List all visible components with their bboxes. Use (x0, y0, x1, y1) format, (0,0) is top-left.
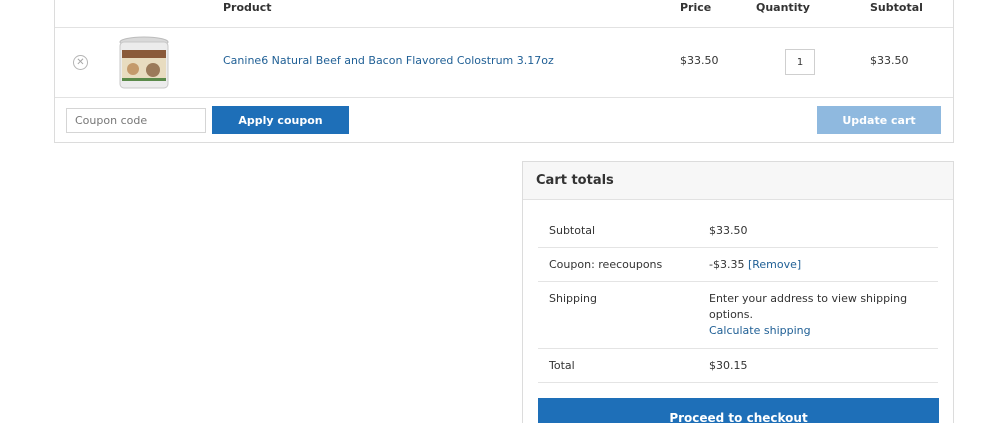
quantity-input[interactable] (785, 49, 815, 75)
product-thumbnail[interactable] (115, 34, 173, 92)
coupon-code-input[interactable] (66, 108, 206, 133)
coupon-value: -$3.35 [Remove] (709, 257, 801, 273)
cart-totals-header: Cart totals (523, 162, 953, 200)
header-product: Product (223, 1, 272, 14)
cart-totals-panel: Cart totals Subtotal $33.50 Coupon: reec… (522, 161, 954, 423)
coupon-discount: -$3.35 (709, 258, 745, 271)
totals-subtotal-row: Subtotal $33.50 (538, 214, 938, 248)
remove-coupon-link[interactable]: [Remove] (748, 258, 801, 271)
totals-total-row: Total $30.15 (538, 349, 938, 383)
coupon-label: Coupon: reecoupons (549, 258, 663, 271)
item-subtotal: $33.50 (870, 54, 909, 67)
shipping-info: Enter your address to view shipping opti… (709, 291, 909, 339)
remove-item-icon[interactable]: ✕ (73, 55, 88, 70)
total-label: Total (549, 359, 575, 372)
cart-totals-title: Cart totals (536, 173, 614, 188)
apply-coupon-button[interactable]: Apply coupon (212, 106, 349, 134)
proceed-to-checkout-button[interactable]: Proceed to checkout (538, 398, 939, 423)
calculate-shipping-link[interactable]: Calculate shipping (709, 324, 811, 337)
subtotal-value: $33.50 (709, 224, 748, 237)
product-name-link[interactable]: Canine6 Natural Beef and Bacon Flavored … (223, 54, 554, 67)
cart-table-header: Product Price Quantity Subtotal (55, 0, 953, 28)
header-price: Price (680, 1, 712, 14)
totals-coupon-row: Coupon: reecoupons -$3.35 [Remove] (538, 248, 938, 282)
total-value: $30.15 (709, 359, 748, 372)
totals-shipping-row: Shipping Enter your address to view ship… (538, 282, 938, 349)
header-subtotal: Subtotal (870, 1, 923, 14)
header-quantity: Quantity (756, 1, 810, 14)
cart-item-row: ✕ Canine6 Natural Beef and Bacon Flavore… (55, 28, 953, 98)
cart-actions: Apply coupon Update cart (55, 98, 953, 142)
subtotal-label: Subtotal (549, 224, 596, 237)
item-price: $33.50 (680, 54, 719, 67)
shipping-text: Enter your address to view shipping opti… (709, 292, 908, 321)
cart-table: Product Price Quantity Subtotal ✕ Canine… (54, 0, 954, 143)
shipping-label: Shipping (549, 292, 597, 305)
update-cart-button[interactable]: Update cart (817, 106, 941, 134)
